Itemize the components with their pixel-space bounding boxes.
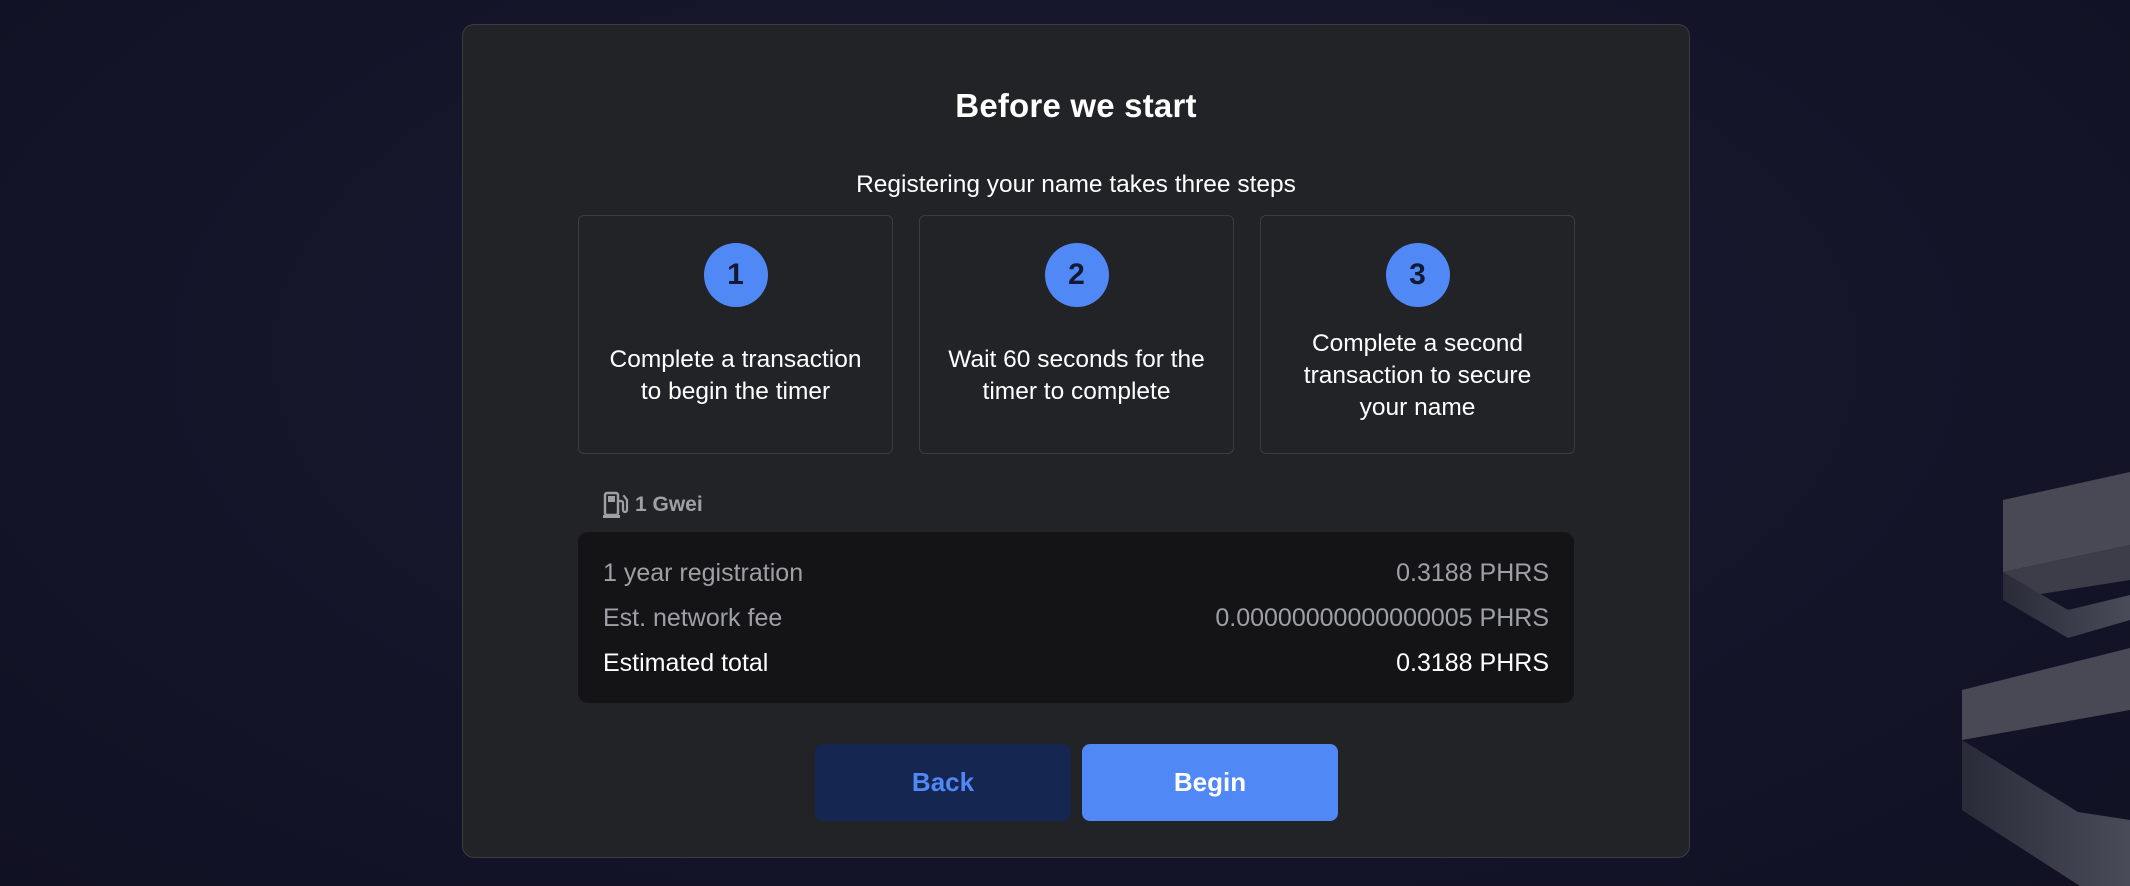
- step-description: Complete a second transaction to secure …: [1303, 329, 1532, 421]
- gas-pump-icon: [603, 491, 629, 518]
- step-description: Wait 60 seconds for the timer to complet…: [948, 345, 1205, 405]
- registration-value: 0.3188 PHRS: [1396, 559, 1549, 587]
- registration-cost-row: 1 year registration 0.3188 PHRS: [603, 559, 1549, 588]
- registration-dialog: Before we start Registering your name ta…: [462, 24, 1690, 858]
- step-card-3: 3 Complete a second transaction to secur…: [1260, 215, 1575, 454]
- step-card-2: 2 Wait 60 seconds for the timer to compl…: [919, 215, 1234, 454]
- gas-price-indicator: 1 Gwei: [603, 491, 703, 519]
- back-button[interactable]: Back: [815, 744, 1071, 821]
- cost-summary: 1 year registration 0.3188 PHRS Est. net…: [578, 532, 1574, 703]
- estimated-total-value: 0.3188 PHRS: [1396, 649, 1549, 677]
- estimated-total-label: Estimated total: [603, 649, 769, 677]
- begin-button[interactable]: Begin: [1082, 744, 1338, 821]
- estimated-total-row: Estimated total 0.3188 PHRS: [603, 649, 1549, 678]
- step-number-badge: 2: [1044, 243, 1109, 307]
- gas-price-value: 1 Gwei: [635, 493, 703, 516]
- step-card-1: 1 Complete a transaction to begin the ti…: [578, 215, 893, 454]
- network-fee-label: Est. network fee: [603, 604, 783, 632]
- network-fee-row: Est. network fee 0.00000000000000005 PHR…: [603, 604, 1549, 633]
- dialog-subtitle: Registering your name takes three steps: [856, 171, 1296, 198]
- background-logo-shape: [1962, 472, 2130, 886]
- dialog-title: Before we start: [955, 87, 1197, 124]
- step-number-badge: 1: [703, 243, 768, 307]
- step-number-badge: 3: [1385, 243, 1450, 307]
- step-description: Complete a transaction to begin the time…: [609, 345, 862, 405]
- registration-label: 1 year registration: [603, 559, 804, 587]
- network-fee-value: 0.00000000000000005 PHRS: [1215, 604, 1549, 632]
